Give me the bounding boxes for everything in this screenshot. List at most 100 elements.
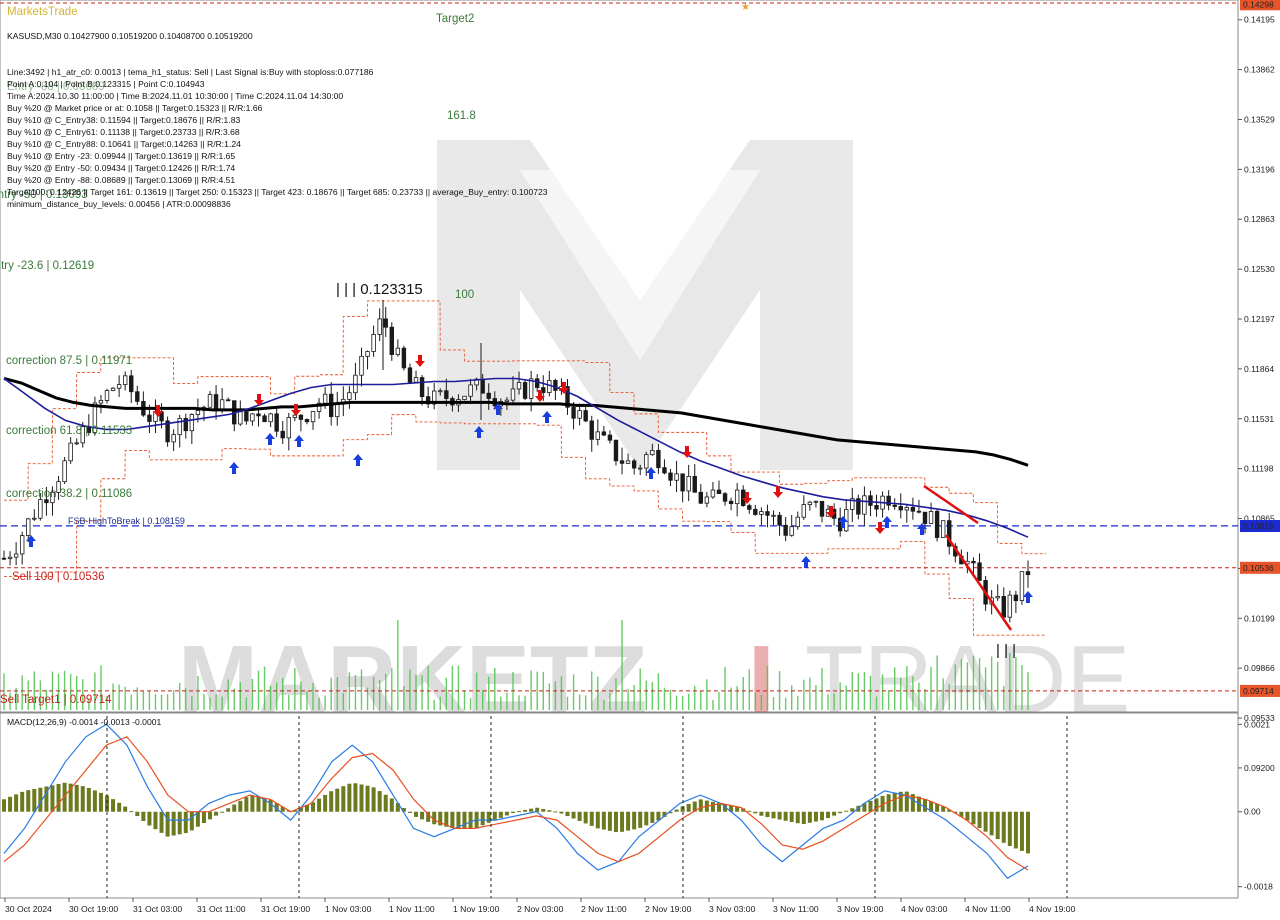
volume-bar	[548, 683, 551, 710]
volume-bar	[718, 692, 720, 710]
macd-histogram-bar	[765, 811, 770, 818]
macd-histogram-bar	[674, 809, 679, 812]
info-line: Buy %10 @ C_Entry88: 0.10641 || Target:0…	[7, 139, 241, 149]
macd-histogram-bar	[141, 811, 146, 821]
volume-bar	[354, 675, 357, 710]
volume-bar	[457, 665, 460, 710]
macd-histogram-bar	[468, 811, 473, 829]
macd-histogram-bar	[601, 811, 606, 830]
candle-body	[922, 511, 928, 524]
macd-histogram-bar	[165, 811, 170, 837]
candle-body	[189, 414, 195, 432]
volume-bar	[936, 655, 938, 710]
volume-bar	[294, 668, 296, 710]
volume-bar	[990, 656, 993, 710]
candle-body	[644, 454, 649, 469]
candle-body	[135, 391, 140, 402]
macd-histogram-bar	[1026, 811, 1030, 854]
volume-bar	[160, 694, 163, 710]
volume-bar	[984, 667, 987, 710]
volume-bar	[736, 685, 738, 710]
macd-histogram-bar	[177, 811, 182, 835]
macd-histogram-bar	[1019, 811, 1024, 851]
macd-histogram-bar	[317, 798, 322, 812]
candle-body	[1019, 571, 1025, 602]
candle-body	[389, 326, 394, 355]
candle-body	[571, 406, 576, 419]
macd-histogram-bar	[129, 811, 134, 813]
price-highlight-label: 0.10536	[1243, 563, 1274, 573]
candle-body	[1007, 594, 1013, 618]
candle-body	[904, 507, 910, 511]
macd-histogram-bar	[626, 811, 631, 831]
time-tick-label: 1 Nov 03:00	[325, 904, 372, 914]
info-panel: KASUSD,M30 0.10427900 0.10519200 0.10408…	[7, 6, 548, 209]
candle-body	[335, 403, 340, 418]
macd-histogram-bar	[98, 792, 103, 812]
candle-body	[1001, 596, 1006, 618]
volume-bar	[336, 677, 338, 710]
volume-bar	[445, 677, 448, 710]
volume-bar	[972, 655, 975, 710]
volume-bar	[233, 688, 235, 710]
macd-histogram-bar	[383, 794, 388, 812]
candle-body	[765, 511, 770, 516]
volume-bar	[112, 683, 114, 710]
candle-body	[74, 442, 79, 445]
volume-bar	[1015, 657, 1017, 710]
volume-bar	[421, 675, 423, 710]
candle-body	[122, 375, 128, 385]
macd-histogram-bar	[838, 811, 843, 814]
correction-875-label: correction 87.5 | 0.11971	[6, 355, 132, 367]
candle-body	[589, 420, 594, 440]
macd-histogram-bar	[759, 811, 764, 816]
candle-body	[892, 504, 897, 507]
candle-body	[116, 384, 122, 389]
candle-body	[868, 495, 873, 506]
volume-bar	[584, 695, 587, 710]
volume-bar	[784, 697, 787, 710]
candle-body	[401, 347, 407, 369]
volume-bar	[409, 669, 411, 710]
volume-bar	[857, 673, 860, 710]
macd-histogram-bar	[80, 786, 85, 812]
macd-histogram-bar	[868, 800, 873, 812]
candle-body	[438, 390, 443, 393]
volume-bar	[318, 697, 320, 710]
macd-histogram-bar	[523, 809, 528, 812]
info-line: Line:3492 | h1_atr_c0: 0.0013 | tema_h1_…	[7, 67, 374, 77]
macd-histogram-bar	[153, 811, 158, 830]
macd-histogram-bar	[377, 791, 382, 812]
candle-body	[322, 393, 328, 404]
candle-body	[777, 514, 782, 526]
candle-body	[522, 382, 528, 399]
volume-bar	[772, 697, 775, 710]
macd-histogram-bar	[595, 811, 600, 829]
macd-histogram-bar	[208, 811, 213, 820]
volume-bar	[372, 676, 375, 710]
price-tick-label: 0.13529	[1244, 114, 1275, 124]
macd-histogram-bar	[922, 799, 927, 812]
candle-body	[710, 489, 716, 498]
volume-bar	[997, 661, 999, 710]
candle-body	[377, 318, 382, 335]
macd-histogram-bar	[995, 811, 1000, 840]
volume-bar	[154, 694, 157, 710]
macd-histogram-bar	[795, 811, 800, 824]
volume-bar	[203, 693, 205, 710]
candle-body	[371, 333, 376, 352]
candle-body	[104, 390, 110, 401]
macd-histogram-bar	[353, 783, 358, 812]
macd-histogram-bar	[553, 811, 558, 813]
sell-100-label: Sell 100 | 0.10536	[12, 571, 105, 583]
candle-body	[110, 387, 116, 391]
candle-body	[407, 367, 413, 383]
candle-body	[771, 514, 776, 517]
macd-histogram-bar	[541, 808, 546, 812]
candle-body	[98, 400, 104, 404]
price-tick-label: 0.12863	[1244, 214, 1275, 224]
macd-histogram-bar	[214, 811, 219, 816]
watermark-left: MARKETZ	[178, 626, 647, 733]
macd-histogram-bar	[250, 795, 255, 812]
volume-bar	[663, 687, 666, 710]
